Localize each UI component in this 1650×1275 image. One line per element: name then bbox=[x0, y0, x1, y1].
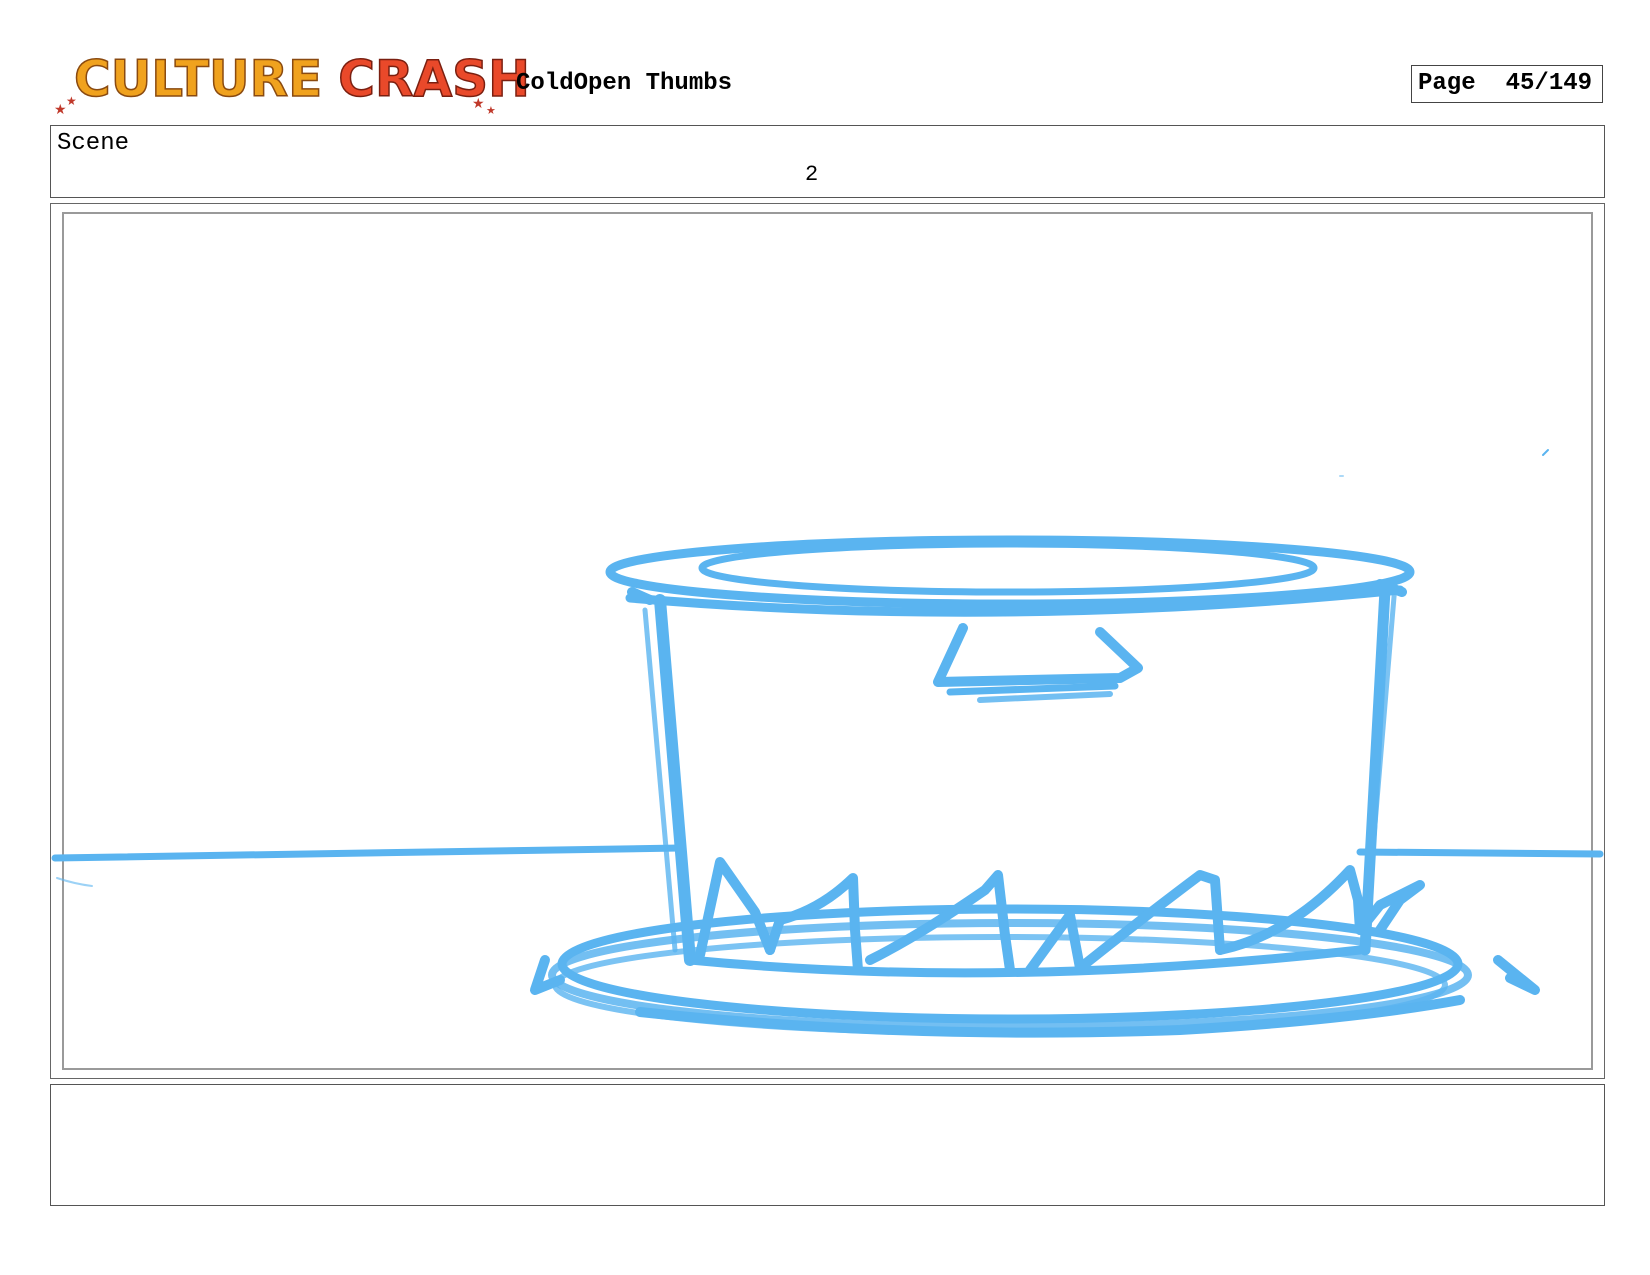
star-icon: ★ bbox=[54, 102, 67, 118]
star-icon: ★ bbox=[486, 104, 496, 117]
page-label: Page bbox=[1418, 70, 1476, 97]
culture-crash-logo: ★ ★ CULTURE CRASH ★ ★ bbox=[52, 49, 531, 120]
document-title: ColdOpen Thumbs bbox=[516, 70, 733, 97]
storyboard-panel bbox=[62, 212, 1593, 1070]
star-icon: ★ bbox=[472, 96, 485, 112]
scene-number: 2 bbox=[805, 162, 819, 187]
logo-word-culture: CULTURE bbox=[73, 49, 323, 109]
logo-word-crash: CRASH bbox=[338, 49, 531, 109]
logo-wordmark: CULTURE CRASH bbox=[73, 49, 531, 109]
page-number: 45/149 bbox=[1505, 70, 1593, 97]
scene-box: Scene 2 bbox=[50, 125, 1605, 198]
page-indicator: Page 45/149 bbox=[1411, 65, 1603, 103]
scene-label: Scene bbox=[57, 130, 130, 157]
notes-box[interactable] bbox=[50, 1084, 1605, 1206]
